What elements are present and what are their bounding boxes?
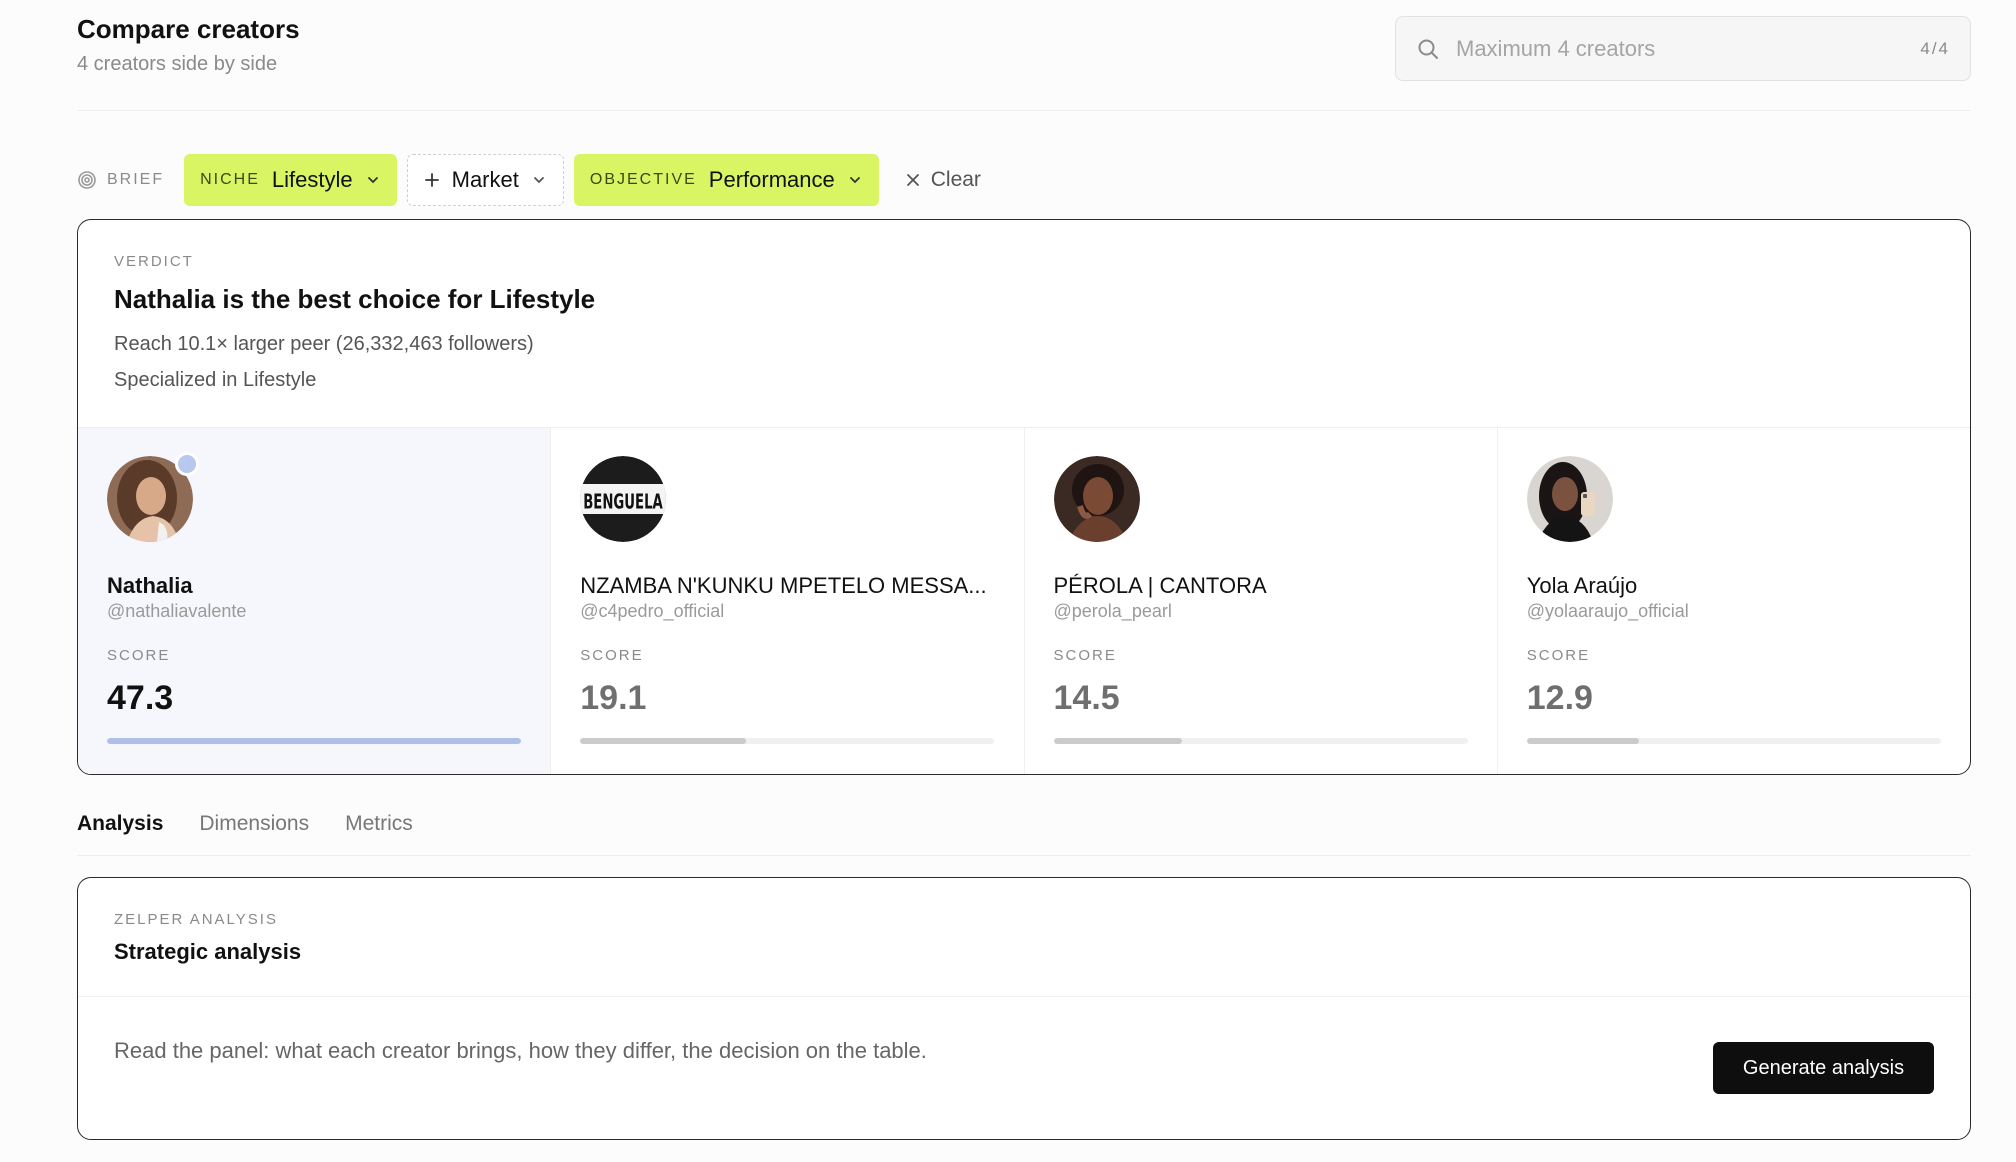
search-icon xyxy=(1418,39,1438,59)
creator-name: PÉROLA | CANTORA xyxy=(1053,573,1267,598)
objective-filter[interactable]: OBJECTIVE Performance xyxy=(573,154,879,206)
analysis-title: Strategic analysis xyxy=(114,939,302,964)
chevron-down-icon xyxy=(367,177,378,184)
score-bar-fill xyxy=(107,738,521,744)
filter-value: Market xyxy=(451,167,519,192)
creator-handle: @nathaliavalente xyxy=(107,601,247,621)
page-title: Compare creators xyxy=(77,14,300,44)
creator-name: Yola Araújo xyxy=(1526,573,1638,598)
avatar: BENGUELA xyxy=(580,456,667,542)
analysis-card: ZELPER ANALYSIS Strategic analysis Read … xyxy=(77,877,1971,1140)
score-label: SCORE xyxy=(107,647,171,664)
chevron-down-icon xyxy=(533,177,544,184)
filter-key: NICHE xyxy=(200,171,260,188)
avatar xyxy=(1053,456,1140,542)
verdict-reason: Reach 10.1× larger peer (26,332,463 foll… xyxy=(114,333,534,355)
brief-bar: BRIEF NICHE Lifestyle Market OBJECTIVE P… xyxy=(77,154,981,206)
creator-search[interactable]: 4/4 xyxy=(1395,16,1971,81)
market-filter[interactable]: Market xyxy=(406,154,564,206)
filter-value: Lifestyle xyxy=(271,167,353,192)
verdict-eyebrow: VERDICT xyxy=(114,253,194,270)
creator-columns: Nathalia @nathaliavalente SCORE 47.3 BEN… xyxy=(78,427,1970,774)
creator-handle: @perola_pearl xyxy=(1053,601,1172,621)
creator-card[interactable]: PÉROLA | CANTORA @perola_pearl SCORE 14.… xyxy=(1025,428,1498,774)
search-input[interactable] xyxy=(1456,35,1921,62)
close-icon xyxy=(906,174,919,186)
tab-analysis[interactable]: Analysis xyxy=(77,812,163,836)
avatar xyxy=(1526,456,1613,542)
score-bar-fill xyxy=(1526,738,1639,744)
clear-filters-button[interactable]: Clear xyxy=(905,168,981,192)
verdict-reason: Specialized in Lifestyle xyxy=(114,369,317,391)
analysis-description: Read the panel: what each creator brings… xyxy=(114,1038,927,1063)
creator-name: Nathalia xyxy=(107,573,193,598)
analysis-eyebrow: ZELPER ANALYSIS xyxy=(114,911,278,928)
score-bar xyxy=(107,738,521,744)
creator-handle: @c4pedro_official xyxy=(580,601,725,621)
tab-bar: Analysis Dimensions Metrics xyxy=(77,812,413,836)
creator-count: 4/4 xyxy=(1920,38,1950,58)
plus-icon xyxy=(424,173,439,187)
verdict-card: VERDICT Nathalia is the best choice for … xyxy=(77,219,1971,775)
score-label: SCORE xyxy=(580,647,644,664)
tab-metrics[interactable]: Metrics xyxy=(345,812,413,836)
score-bar xyxy=(580,738,995,744)
creator-card[interactable]: BENGUELA NZAMBA N'KUNKU MPETELO MESSA...… xyxy=(551,428,1025,774)
brief-label: BRIEF xyxy=(107,171,165,188)
generate-analysis-button[interactable]: Generate analysis xyxy=(1713,1042,1934,1094)
target-icon xyxy=(78,171,96,189)
benguela-logo-text: BENGUELA xyxy=(583,491,663,515)
verdict-headline: Nathalia is the best choice for Lifestyl… xyxy=(114,284,596,314)
creator-handle: @yolaaraujo_official xyxy=(1526,601,1689,621)
tab-dimensions[interactable]: Dimensions xyxy=(199,812,309,836)
page-subtitle: 4 creators side by side xyxy=(77,53,278,75)
score-bar xyxy=(1526,738,1941,744)
clear-label: Clear xyxy=(930,168,981,191)
creator-card[interactable]: Yola Araújo @yolaaraujo_official SCORE 1… xyxy=(1498,428,1970,774)
score-label: SCORE xyxy=(1526,647,1591,664)
score-value: 47.3 xyxy=(107,679,174,717)
score-label: SCORE xyxy=(1053,647,1117,664)
score-bar-fill xyxy=(1053,738,1182,744)
score-bar xyxy=(1053,738,1468,744)
creator-name: NZAMBA N'KUNKU MPETELO MESSA... xyxy=(580,573,987,598)
score-value: 19.1 xyxy=(580,679,647,717)
filter-value: Performance xyxy=(708,167,835,192)
score-value: 12.9 xyxy=(1526,679,1593,717)
chevron-down-icon xyxy=(849,177,860,184)
filter-key: OBJECTIVE xyxy=(589,171,697,188)
niche-filter[interactable]: NICHE Lifestyle xyxy=(184,154,397,206)
creator-card[interactable]: Nathalia @nathaliavalente SCORE 47.3 xyxy=(78,428,552,774)
score-value: 14.5 xyxy=(1053,679,1120,717)
header-divider xyxy=(77,110,1971,111)
score-bar-fill xyxy=(580,738,746,744)
analysis-divider xyxy=(78,996,1970,997)
tab-divider xyxy=(77,855,1971,856)
best-choice-indicator xyxy=(175,452,199,476)
